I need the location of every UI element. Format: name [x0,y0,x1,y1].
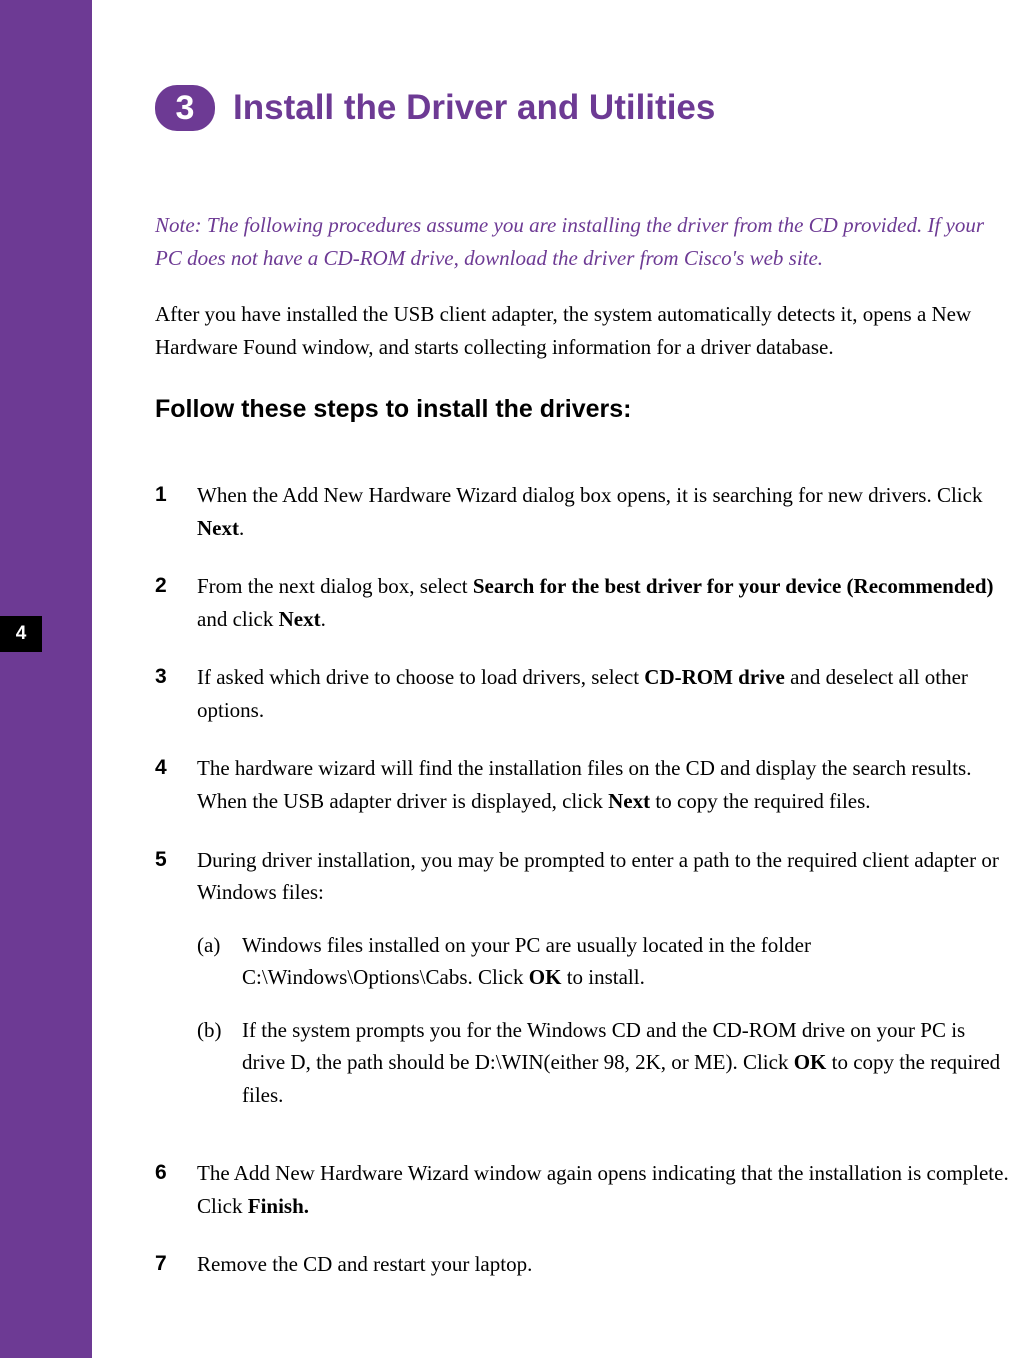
step-body: The Add New Hardware Wizard window again… [197,1157,1010,1222]
intro-text: After you have installed the USB client … [155,298,1012,363]
sub-text: Windows files installed on your PC are u… [242,933,811,990]
page-number: 4 [0,616,42,652]
sub-item: (a) Windows files installed on your PC a… [197,929,1010,994]
sub-text: to install. [561,965,644,989]
step-text: Remove the CD and restart your laptop. [197,1252,532,1276]
step-bold: Search for the best driver for your devi… [473,574,994,598]
step-body: From the next dialog box, select Search … [197,570,1010,635]
sub-label: (a) [197,929,242,962]
step-body: The hardware wizard will find the instal… [197,752,1010,817]
step-text: and click [197,607,279,631]
step-number: 7 [155,1248,197,1280]
step-item: 2 From the next dialog box, select Searc… [155,570,1010,635]
sub-bold: OK [794,1050,827,1074]
steps-list: 1 When the Add New Hardware Wizard dialo… [155,479,1010,1281]
step-item: 5 During driver installation, you may be… [155,844,1010,1132]
step-text: If asked which drive to choose to load d… [197,665,644,689]
step-text: The Add New Hardware Wizard window again… [197,1161,1009,1218]
sub-label: (b) [197,1014,242,1047]
sub-list: (a) Windows files installed on your PC a… [197,929,1010,1112]
step-text: . [239,516,244,540]
step-bold: Next [197,516,239,540]
step-body: When the Add New Hardware Wizard dialog … [197,479,1010,544]
step-bold: Next [608,789,650,813]
step-text: During driver installation, you may be p… [197,848,999,905]
step-text: to copy the required files. [650,789,870,813]
step-body: Remove the CD and restart your laptop. [197,1248,1010,1281]
step-number: 6 [155,1157,197,1189]
step-item: 4 The hardware wizard will find the inst… [155,752,1010,817]
sub-body: Windows files installed on your PC are u… [242,929,1010,994]
step-text: From the next dialog box, select [197,574,473,598]
subheading: Follow these steps to install the driver… [155,395,1012,424]
step-bold: CD-ROM drive [644,665,785,689]
step-number: 1 [155,479,197,511]
step-bold: Next [279,607,321,631]
section-step-badge: 3 [155,85,215,131]
step-number: 3 [155,661,197,693]
sub-body: If the system prompts you for the Window… [242,1014,1010,1112]
section-title: Install the Driver and Utilities [233,88,715,128]
step-item: 7 Remove the CD and restart your laptop. [155,1248,1010,1281]
step-text: When the Add New Hardware Wizard dialog … [197,483,982,507]
sidebar-band [0,0,92,1358]
step-body: If asked which drive to choose to load d… [197,661,1010,726]
step-body: During driver installation, you may be p… [197,844,1010,1132]
sub-item: (b) If the system prompts you for the Wi… [197,1014,1010,1112]
note-text: Note: The following procedures assume yo… [155,209,1010,274]
sub-bold: OK [529,965,562,989]
step-bold: Finish. [248,1194,309,1218]
step-item: 6 The Add New Hardware Wizard window aga… [155,1157,1010,1222]
section-header: 3 Install the Driver and Utilities [155,85,1012,131]
step-number: 2 [155,570,197,602]
step-item: 3 If asked which drive to choose to load… [155,661,1010,726]
step-item: 1 When the Add New Hardware Wizard dialo… [155,479,1010,544]
step-number: 4 [155,752,197,784]
page-content: 3 Install the Driver and Utilities Note:… [155,85,1012,1307]
step-number: 5 [155,844,197,876]
step-text: . [321,607,326,631]
